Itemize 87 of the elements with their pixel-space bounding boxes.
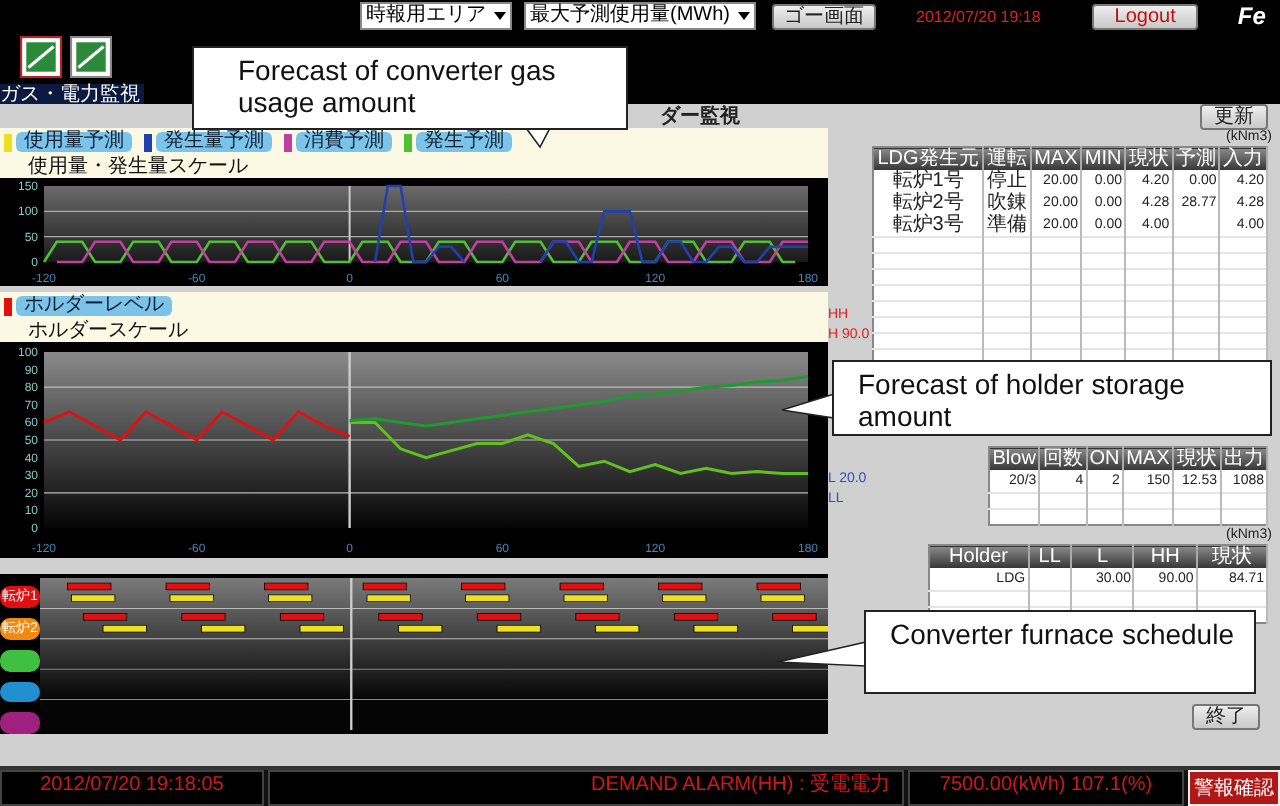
- column-header: ON: [1086, 447, 1123, 470]
- area-dropdown[interactable]: 時報用エリア: [360, 2, 512, 30]
- logo: Fe: [1237, 2, 1266, 30]
- schedule-bar: [658, 582, 703, 591]
- column-header: 現状: [1173, 447, 1221, 470]
- schedule-bar: [559, 582, 604, 591]
- column-header: 回数: [1039, 447, 1087, 470]
- legend-tab[interactable]: 発生量予測: [156, 132, 272, 152]
- status-datetime: 2012/07/20 19:18:05: [0, 770, 264, 806]
- schedule-bar: [201, 624, 246, 633]
- scale-label: ホルダースケール: [0, 320, 828, 342]
- callout: Forecast of converter gas usage amount: [192, 46, 628, 130]
- schedule-bar: [102, 624, 147, 633]
- callout: Forecast of holder storage amount: [832, 360, 1272, 436]
- alarm-ack-button[interactable]: 警報確認: [1188, 770, 1280, 806]
- schedule-bar: [378, 613, 423, 621]
- callout-pointer: [780, 392, 836, 420]
- exit-button[interactable]: 終了: [1192, 704, 1260, 730]
- column-header: Blow: [989, 447, 1040, 470]
- callout: Converter furnace schedule: [864, 610, 1256, 694]
- chart-trend-icon[interactable]: [20, 36, 62, 78]
- table-cell: 停止: [983, 170, 1031, 192]
- scale-label: 使用量・発生量スケール: [0, 156, 828, 178]
- column-header: 運転: [983, 147, 1031, 170]
- schedule-bar: [476, 613, 522, 621]
- schedule-bar: [792, 624, 828, 633]
- column-header: HH: [1133, 545, 1197, 568]
- chart-trend-icon[interactable]: [70, 36, 112, 78]
- callout-pointer: [776, 640, 868, 668]
- header-datetime: 2012/07/20 19:18: [916, 7, 1041, 25]
- page-title: ダー監視: [660, 103, 740, 130]
- schedule-bar: [264, 582, 309, 591]
- schedule-bar: [563, 594, 608, 602]
- column-header: L: [1071, 545, 1134, 568]
- column-header: LDG発生元: [873, 147, 984, 170]
- table-cell: 転炉2号: [873, 192, 984, 214]
- logout-button[interactable]: Logout: [1092, 3, 1198, 29]
- schedule-bar: [693, 624, 738, 633]
- schedule-bar: [756, 582, 801, 591]
- schedule-bar: [760, 594, 805, 602]
- screen-button[interactable]: ゴー画面: [772, 3, 876, 29]
- column-header: MAX: [1030, 147, 1082, 170]
- column-header: 予測: [1172, 147, 1220, 170]
- schedule-bar: [82, 613, 128, 621]
- alarm-message: DEMAND ALARM(HH) : 受電電力: [268, 770, 904, 806]
- legend-tab[interactable]: 消費予測: [296, 132, 392, 152]
- schedule-bar: [165, 582, 210, 591]
- schedule-bar: [575, 613, 620, 621]
- column-header: LL: [1028, 545, 1072, 568]
- column-header: MAX: [1122, 447, 1174, 470]
- schedule-bar: [662, 594, 707, 602]
- schedule-bar: [279, 613, 325, 621]
- schedule-bar: [299, 624, 344, 633]
- schedule-bar: [71, 594, 116, 602]
- demand-reading: 7500.00(kWh) 107.1(%): [908, 770, 1184, 806]
- column-header: 入力: [1219, 147, 1267, 170]
- nav-label[interactable]: ガス・電力監視: [0, 84, 144, 106]
- table-cell: 転炉3号: [873, 214, 984, 237]
- schedule-bar: [366, 594, 411, 602]
- table-cell: 準備: [983, 214, 1031, 237]
- legend-tab[interactable]: 使用量予測: [16, 132, 132, 152]
- column-header: 現状: [1125, 147, 1173, 170]
- schedule-bar: [772, 613, 817, 621]
- column-header: MIN: [1081, 147, 1126, 170]
- current-time-line: [348, 185, 351, 263]
- dropdown-arrow-icon: [494, 12, 506, 20]
- column-header: Holder: [929, 545, 1029, 568]
- dropdown-arrow-icon: [738, 12, 750, 20]
- legend-tab[interactable]: 発生予測: [416, 132, 512, 152]
- schedule-bar: [181, 613, 226, 621]
- schedule-bar: [595, 624, 640, 633]
- schedule-bar: [268, 594, 313, 602]
- table-cell: 吹錬: [983, 192, 1031, 214]
- refresh-button[interactable]: 更新: [1200, 103, 1268, 129]
- schedule-bar: [461, 582, 506, 591]
- schedule-bar: [362, 582, 407, 591]
- column-header: 出力: [1220, 447, 1267, 470]
- table-cell: 転炉1号: [873, 170, 984, 192]
- schedule-bar: [496, 624, 541, 633]
- column-header: 現状: [1196, 545, 1267, 568]
- schedule-bar: [67, 582, 112, 591]
- legend-tab[interactable]: ホルダーレベル: [16, 296, 172, 316]
- schedule-bar: [673, 613, 719, 621]
- schedule-bar: [465, 594, 510, 602]
- schedule-bar: [169, 594, 214, 602]
- forecast-dropdown[interactable]: 最大予測使用量(MWh): [524, 2, 756, 30]
- schedule-bar: [398, 624, 443, 633]
